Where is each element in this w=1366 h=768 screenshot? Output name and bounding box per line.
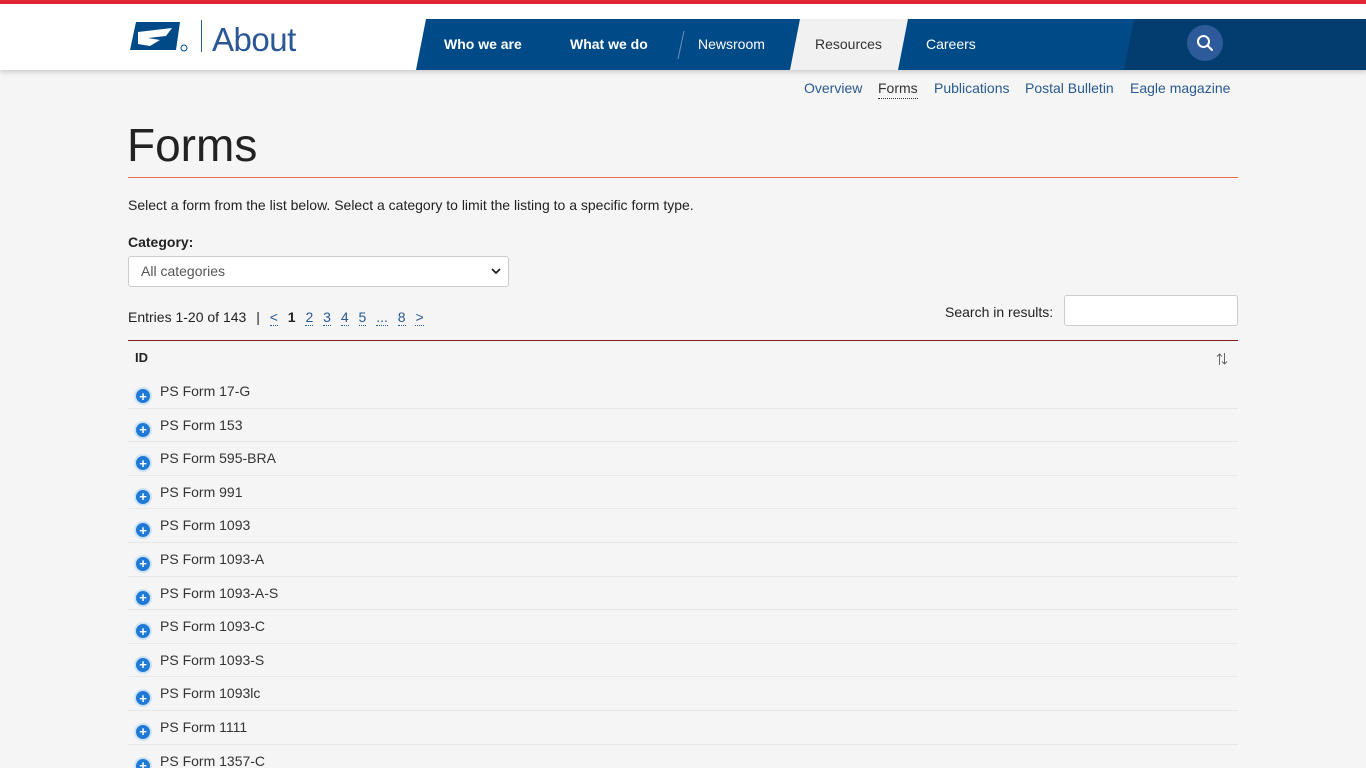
chevron-down-icon xyxy=(491,268,501,275)
expand-row-plus-icon[interactable]: + xyxy=(134,454,152,473)
expand-row-plus-icon[interactable]: + xyxy=(134,722,152,741)
expand-row-plus-icon[interactable]: + xyxy=(134,387,152,405)
form-id: PS Form 1093-A-S xyxy=(160,584,279,601)
table-row[interactable]: + PS Form 1093lc xyxy=(128,677,1238,711)
table-row[interactable]: + PS Form 595-BRA xyxy=(128,442,1238,476)
brand-divider xyxy=(201,20,202,52)
search-results-input[interactable] xyxy=(1064,295,1238,326)
table-row[interactable]: + PS Form 1093-A-S xyxy=(128,577,1238,611)
pager-separator: | xyxy=(256,309,260,325)
expand-row-plus-icon[interactable]: + xyxy=(134,554,152,573)
category-select[interactable]: All categories xyxy=(128,256,509,287)
table-top-rule xyxy=(128,340,1238,341)
search-button[interactable] xyxy=(1187,25,1223,61)
sort-icon[interactable] xyxy=(1216,352,1228,366)
subnav-postal-bulletin[interactable]: Postal Bulletin xyxy=(1025,80,1114,96)
pagination: Entries 1-20 of 143 | < 1 2 3 4 5 ... 8 … xyxy=(128,309,430,326)
nav-what-we-do[interactable]: What we do xyxy=(570,19,648,70)
search-results-label: Search in results: xyxy=(945,304,1054,320)
pager-prev[interactable]: < xyxy=(269,309,278,326)
category-label: Category: xyxy=(128,234,194,250)
page-title: Forms xyxy=(127,119,258,171)
pager-next[interactable]: > xyxy=(415,309,424,326)
table-row[interactable]: + PS Form 17-G xyxy=(128,375,1238,409)
table-row[interactable]: + PS Form 1357-C xyxy=(128,745,1238,768)
nav-background xyxy=(0,4,1366,70)
form-id: PS Form 1093-S xyxy=(160,651,265,668)
form-id: PS Form 1111 xyxy=(160,718,248,735)
pager-page-last[interactable]: 8 xyxy=(397,309,406,326)
table-row[interactable]: + PS Form 1111 xyxy=(128,711,1238,745)
nav-careers[interactable]: Careers xyxy=(926,19,976,70)
site-header: About Who we are What we do Newsroom Res… xyxy=(0,4,1366,70)
form-id: PS Form 1357-C xyxy=(160,752,266,768)
entries-count: Entries 1-20 of 143 xyxy=(128,309,247,325)
brand-title[interactable]: About xyxy=(212,20,296,60)
title-divider xyxy=(128,177,1238,178)
form-id: PS Form 1093-C xyxy=(160,618,266,635)
search-icon xyxy=(1197,35,1213,51)
form-id: PS Form 1093-A xyxy=(160,550,265,567)
form-id: PS Form 1093lc xyxy=(160,685,261,702)
expand-row-plus-icon[interactable]: + xyxy=(134,521,152,540)
nav-who-we-are[interactable]: Who we are xyxy=(444,19,522,70)
intro-text: Select a form from the list below. Selec… xyxy=(128,197,694,213)
usps-eagle-logo[interactable] xyxy=(130,20,188,54)
table-row[interactable]: + PS Form 1093-S xyxy=(128,644,1238,678)
table-row[interactable]: + PS Form 991 xyxy=(128,476,1238,510)
table-row[interactable]: + PS Form 1093 xyxy=(128,509,1238,543)
form-id: PS Form 1093 xyxy=(160,517,251,534)
pager-page[interactable]: 5 xyxy=(358,309,367,326)
form-id: PS Form 991 xyxy=(160,483,243,500)
nav-resources[interactable]: Resources xyxy=(815,19,882,70)
table-row[interactable]: + PS Form 1093-A xyxy=(128,543,1238,577)
expand-row-plus-icon[interactable]: + xyxy=(134,756,152,768)
table-row[interactable]: + PS Form 1093-C xyxy=(128,610,1238,644)
subnav-overview[interactable]: Overview xyxy=(804,80,862,96)
nav-bar-shape xyxy=(416,19,1366,70)
expand-row-plus-icon[interactable]: + xyxy=(134,622,152,641)
forms-table: + PS Form 17-G + PS Form 153 + PS Form 595-BR… xyxy=(128,375,1238,768)
form-id: PS Form 17-G xyxy=(160,383,251,399)
category-selected-value: All categories xyxy=(141,263,226,279)
table-row[interactable]: + PS Form 153 xyxy=(128,409,1238,443)
subnav-publications[interactable]: Publications xyxy=(934,80,1010,96)
expand-row-plus-icon[interactable]: + xyxy=(134,487,152,506)
pager-ellipsis[interactable]: ... xyxy=(376,309,388,326)
pager-page[interactable]: 2 xyxy=(305,309,314,326)
column-header-id[interactable]: ID xyxy=(135,350,148,365)
pager-page-current: 1 xyxy=(287,309,296,325)
nav-newsroom[interactable]: Newsroom xyxy=(698,19,765,70)
expand-row-plus-icon[interactable]: + xyxy=(134,689,152,708)
expand-row-plus-icon[interactable]: + xyxy=(134,420,152,439)
pager-page[interactable]: 4 xyxy=(340,309,349,326)
expand-row-plus-icon[interactable]: + xyxy=(134,588,152,607)
subnav-eagle-magazine[interactable]: Eagle magazine xyxy=(1130,80,1230,96)
form-id: PS Form 595-BRA xyxy=(160,450,276,467)
pager-page[interactable]: 3 xyxy=(323,309,331,326)
subnav-forms[interactable]: Forms xyxy=(878,80,918,99)
form-id: PS Form 153 xyxy=(160,416,243,433)
expand-row-plus-icon[interactable]: + xyxy=(134,655,152,674)
